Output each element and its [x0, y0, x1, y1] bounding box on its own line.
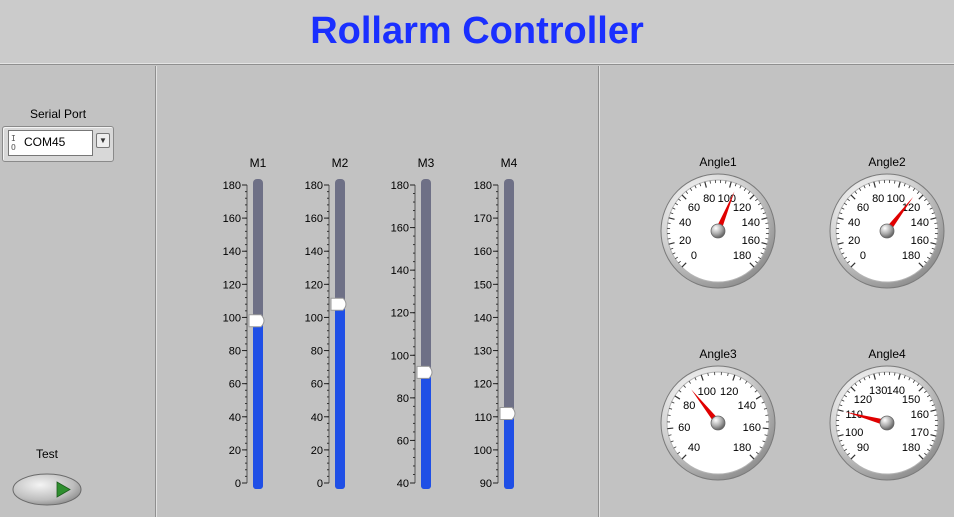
tick-label: 180: [733, 442, 751, 454]
tick-label: 40: [848, 217, 860, 229]
gauge-label: Angle3: [699, 347, 737, 361]
tick-label: 160: [911, 235, 929, 247]
gauge-label: Angle1: [699, 155, 737, 169]
major-tick: [667, 427, 674, 430]
tick-label: 180: [902, 250, 920, 262]
gauge-angle2: Angle2020406080 100120140160180: [829, 155, 945, 289]
tick-label: 20: [679, 235, 691, 247]
major-tick: [762, 427, 769, 430]
tick-label: 60: [688, 202, 700, 214]
tick-label: 60: [678, 422, 690, 434]
gauge-pivot: [710, 223, 726, 239]
tick-label: 80: [683, 400, 695, 412]
gauges-svg: Angle1020406080 100120140160180Angle20204…: [660, 155, 945, 481]
gauge-angle1: Angle1020406080 100120140160180: [660, 155, 776, 289]
tick-label: 100: [698, 386, 716, 398]
tick-label: 20: [848, 235, 860, 247]
tick-label: 120: [733, 202, 751, 214]
tick-label: 160: [911, 409, 929, 421]
tick-label: 0: [860, 250, 866, 262]
tick-label: 40: [688, 442, 700, 454]
gauge-label: Angle4: [868, 347, 906, 361]
tick-label: 140: [911, 217, 929, 229]
gauge-angle3: Angle3406080100 120140160180: [660, 347, 776, 481]
tick-label: 140: [742, 217, 760, 229]
tick-label: 90: [857, 442, 869, 454]
tick-label: 180: [733, 250, 751, 262]
tick-label: 60: [857, 202, 869, 214]
tick-label: 80: [703, 193, 715, 205]
tick-label: 180: [902, 442, 920, 454]
tick-label: 160: [742, 235, 760, 247]
tick-label: 130: [869, 385, 887, 397]
tick-label: 140: [738, 400, 756, 412]
tick-label: 40: [679, 217, 691, 229]
tick-label: 170: [911, 427, 929, 439]
tick-label: 120: [720, 386, 738, 398]
gauge-angle4: Angle490100110120130 140150160170180: [829, 347, 945, 481]
gauge-pivot: [879, 223, 895, 239]
gauge-pivot: [710, 415, 726, 431]
tick-label: 150: [902, 394, 920, 406]
tick-label: 160: [743, 422, 761, 434]
tick-label: 100: [845, 427, 863, 439]
tick-label: 80: [872, 193, 884, 205]
gauge-pivot: [879, 415, 895, 431]
gauge-label: Angle2: [868, 155, 906, 169]
tick-label: 0: [691, 250, 697, 262]
